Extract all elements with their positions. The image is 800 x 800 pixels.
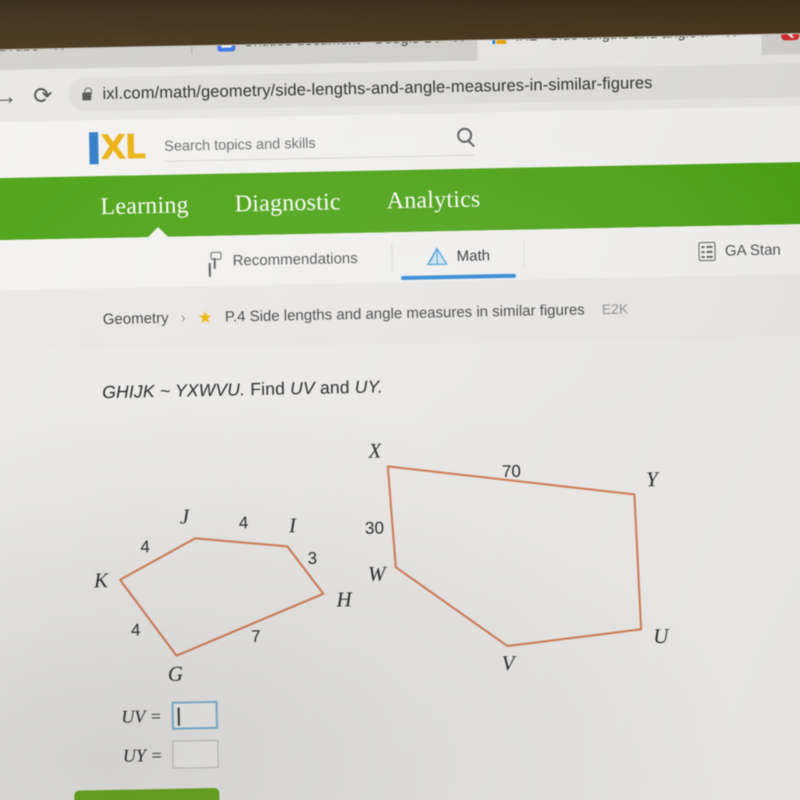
answer-row-uy: UY = — [106, 739, 219, 771]
polygon-ghijk — [118, 537, 325, 657]
recommendations-icon — [205, 252, 223, 270]
polygon-yxwvu — [386, 465, 643, 648]
vertex-label-h: H — [335, 587, 353, 611]
nav-item-analytics[interactable]: Analytics — [386, 186, 480, 215]
side-label-hg: 7 — [251, 627, 261, 646]
math-pyramid-icon — [426, 246, 448, 266]
answer-row-uv: UV = — [105, 700, 219, 732]
photo-of-screen: 175) YouTube ✕ Untitled document - Googl… — [0, 0, 800, 800]
nav-item-diagnostic[interactable]: Diagnostic — [234, 189, 341, 218]
standards-clipboard-icon — [698, 241, 717, 261]
answer-input-uv[interactable] — [171, 700, 219, 730]
side-label-xw: 30 — [365, 518, 384, 537]
vertex-label-j: J — [180, 504, 191, 528]
vertex-label-y: Y — [646, 467, 660, 491]
tab-label: GA Stan — [724, 240, 781, 260]
tab-ga-standards[interactable]: GA Stan — [664, 224, 800, 277]
side-label-ih: 3 — [307, 549, 317, 568]
vertex-label-k: K — [93, 568, 109, 592]
side-label-gk: 4 — [131, 620, 141, 639]
vertex-label-i: I — [288, 513, 297, 537]
answer-label-uv: UV = — [121, 705, 162, 727]
breadcrumb-subject[interactable]: Geometry — [103, 309, 169, 327]
tab-label: Recommendations — [232, 249, 358, 269]
ixl-logo-bar — [89, 132, 99, 165]
address-bar-url: ixl.com/math/geometry/side-lengths-and-a… — [102, 73, 653, 103]
submit-button[interactable]: Submit — [74, 787, 221, 800]
breadcrumb-skill: P.4 Side lengths and angle measures in s… — [224, 300, 585, 326]
tab-math[interactable]: Math — [392, 230, 524, 283]
vertex-label-v: V — [502, 651, 517, 675]
skill-code: E2K — [601, 300, 629, 318]
search-input[interactable]: Search topics and skills — [163, 125, 475, 162]
star-icon[interactable]: ★ — [197, 307, 213, 326]
vertex-label-w: W — [368, 561, 388, 585]
answer-input-uy[interactable] — [172, 739, 219, 769]
ixl-logo-text: XL — [99, 127, 145, 169]
answer-label-uy: UY = — [122, 744, 163, 766]
search-icon[interactable] — [456, 127, 473, 143]
nav-item-learning[interactable]: Learning — [100, 192, 189, 221]
tab-recommendations[interactable]: Recommendations — [171, 232, 392, 286]
reload-icon[interactable]: ⟳ — [33, 82, 53, 108]
vertex-label-g: G — [168, 662, 184, 686]
ixl-page: XL Search topics and skills Learning Dia… — [0, 104, 800, 800]
side-label-xy: 70 — [502, 462, 521, 481]
vertex-label-x: X — [367, 439, 382, 463]
address-bar[interactable]: ixl.com/math/geometry/side-lengths-and-a… — [68, 62, 800, 112]
question-area: GHIJK ~ YXWVU. Find UV and UY. G H I J K… — [0, 334, 800, 800]
lock-icon — [82, 91, 92, 100]
forward-arrow-icon[interactable]: → — [0, 82, 18, 108]
browser-window: 175) YouTube ✕ Untitled document - Googl… — [0, 0, 800, 800]
search-placeholder: Search topics and skills — [164, 135, 316, 155]
vertex-label-u: U — [653, 624, 670, 648]
side-label-ji: 4 — [239, 513, 249, 532]
similar-figures-diagram: G H I J K 4 4 3 7 4 X Y U V W 70 30 — [93, 439, 671, 686]
answer-fields: UV = UY = — [105, 700, 219, 780]
chevron-right-icon: › — [180, 308, 186, 327]
ixl-logo[interactable]: XL — [89, 127, 145, 169]
side-label-kj: 4 — [140, 537, 150, 556]
tab-label: Math — [456, 246, 491, 265]
